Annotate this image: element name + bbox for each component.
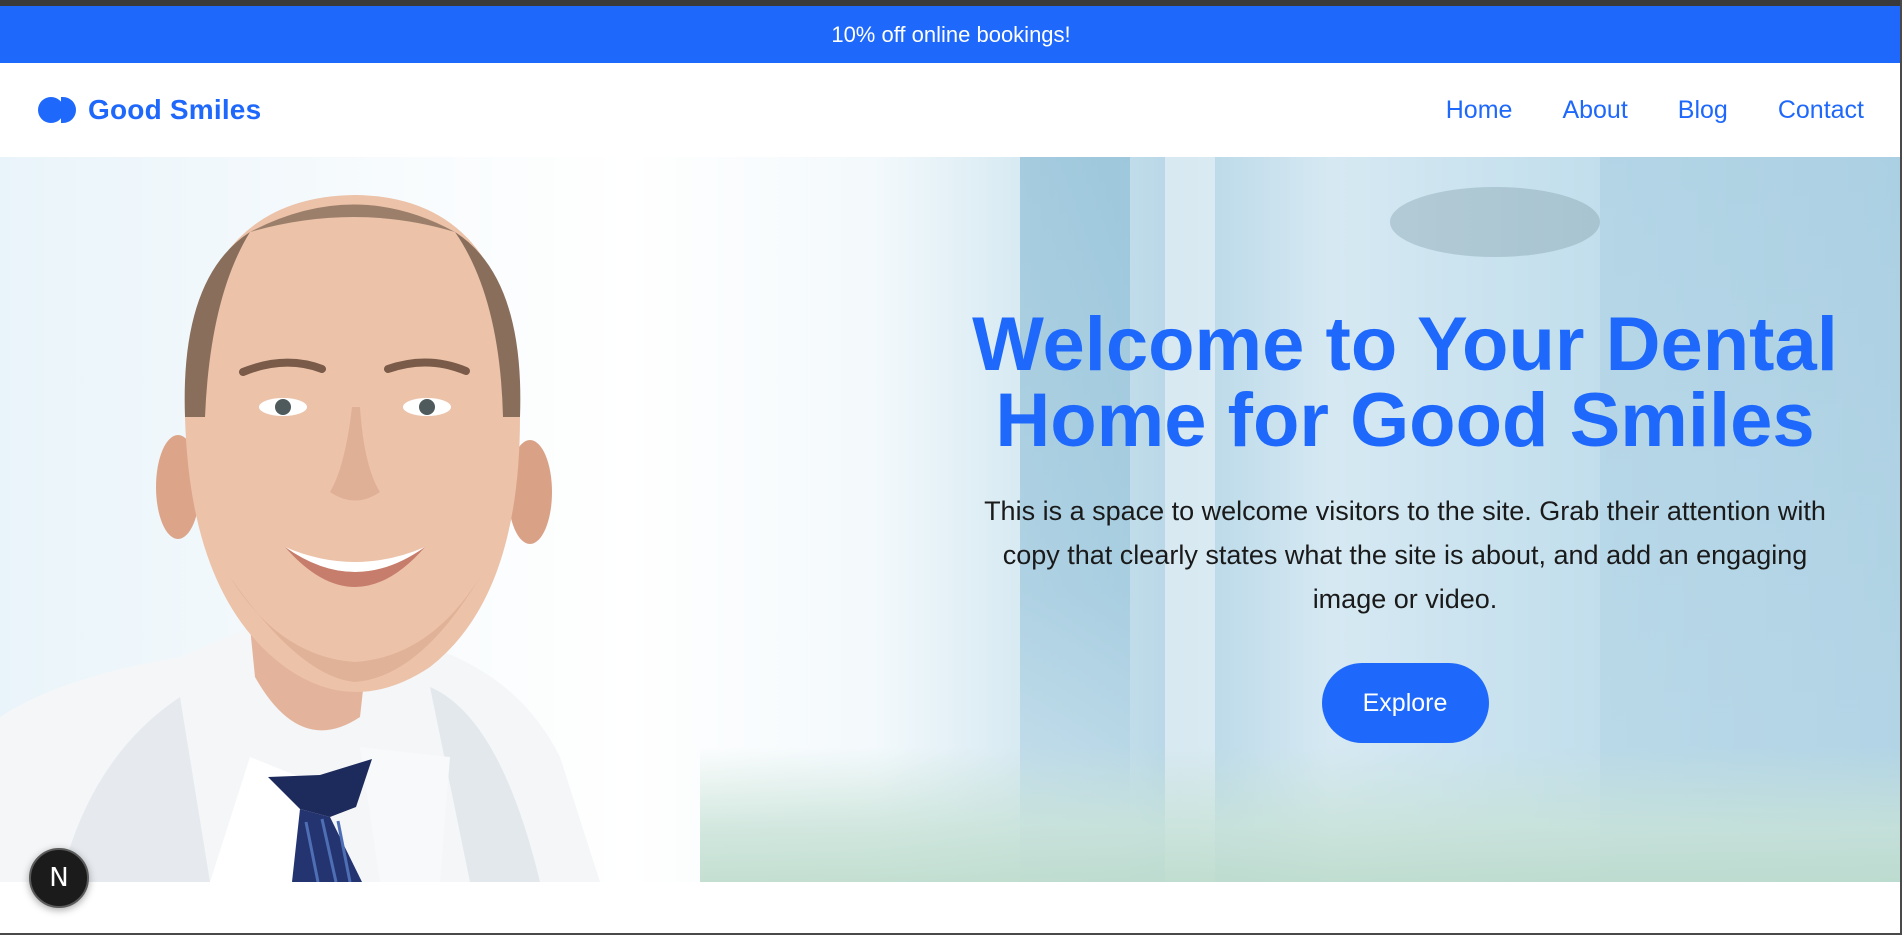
hero-section: Welcome to Your Dental Home for Good Smi… [0, 157, 1902, 882]
brand-name: Good Smiles [88, 94, 262, 125]
n-logo-icon: N [49, 863, 69, 893]
hero-content: Welcome to Your Dental Home for Good Smi… [960, 307, 1850, 743]
hero-description: This is a space to welcome visitors to t… [984, 496, 1826, 614]
hero-title: Welcome to Your Dental Home for Good Smi… [972, 302, 1838, 463]
background-floor [700, 747, 1902, 882]
nav-blog[interactable]: Blog [1678, 96, 1728, 125]
nextjs-dev-badge[interactable]: N [29, 848, 89, 908]
nav-contact[interactable]: Contact [1778, 96, 1864, 125]
nav-about[interactable]: About [1562, 96, 1627, 125]
main-nav: Home About Blog Contact [1446, 96, 1864, 125]
brand-link[interactable]: Good Smiles [38, 94, 261, 126]
explore-button[interactable]: Explore [1321, 663, 1489, 743]
background-lamp [1390, 187, 1600, 257]
promo-banner: 10% off online bookings! [0, 6, 1902, 63]
promo-text: 10% off online bookings! [831, 21, 1071, 47]
two-dots-logo-icon [38, 97, 76, 123]
hero-image [0, 195, 600, 882]
site-header: Good Smiles Home About Blog Contact [0, 63, 1902, 157]
nav-home[interactable]: Home [1446, 96, 1513, 125]
